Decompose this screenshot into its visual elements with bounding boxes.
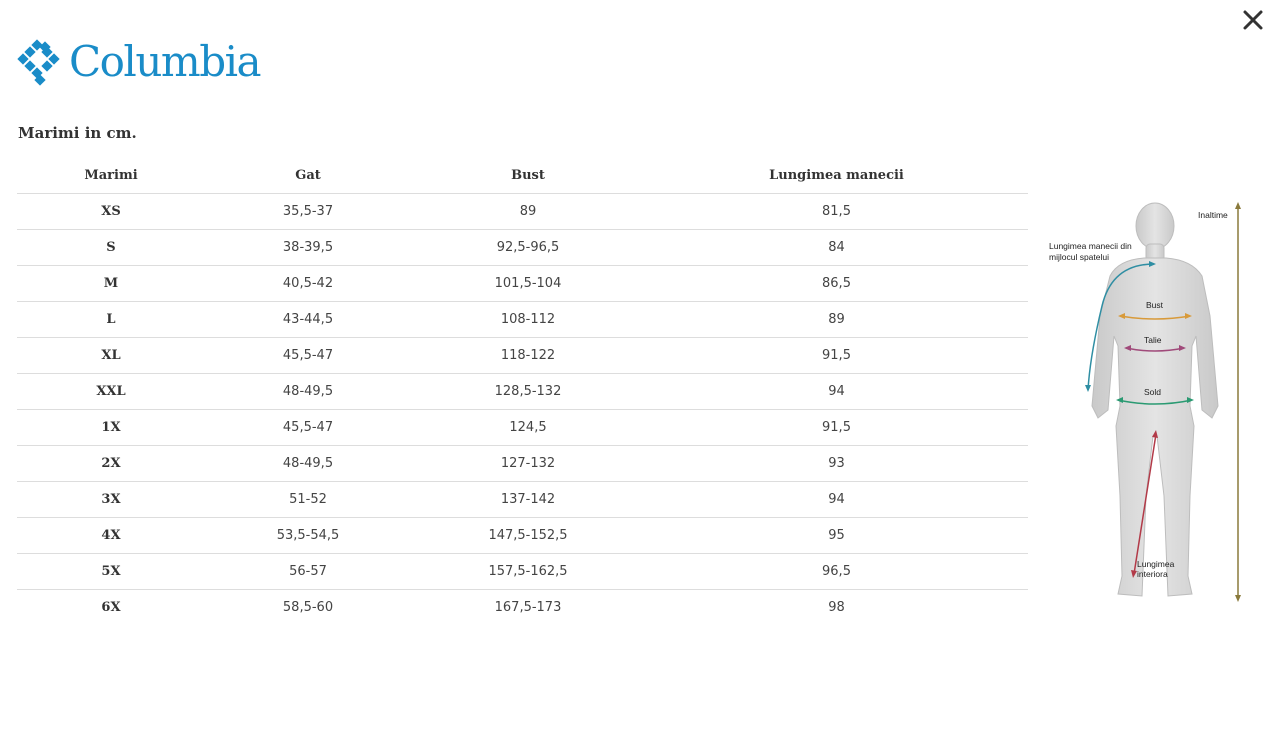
hip-label: Sold bbox=[1144, 387, 1161, 397]
header-neck: Gat bbox=[205, 158, 411, 194]
sleeve-cell: 84 bbox=[645, 229, 1028, 266]
header-bust: Bust bbox=[411, 158, 645, 194]
sleeve-cell: 95 bbox=[645, 517, 1028, 554]
height-label: Inaltime bbox=[1198, 210, 1228, 220]
table-row: 3X 51-52 137-142 94 bbox=[17, 481, 1028, 518]
bust-cell: 92,5-96,5 bbox=[411, 229, 645, 266]
size-cell: S bbox=[17, 229, 205, 266]
height-arrow bbox=[1235, 202, 1241, 602]
neck-cell: 43-44,5 bbox=[205, 301, 411, 338]
size-chart-title: Marimi in cm. bbox=[18, 124, 137, 142]
table-row: M 40,5-42 101,5-104 86,5 bbox=[17, 265, 1028, 302]
neck-cell: 45,5-47 bbox=[205, 337, 411, 374]
sleeve-cell: 89 bbox=[645, 301, 1028, 338]
body-silhouette bbox=[1091, 202, 1219, 597]
close-button[interactable] bbox=[1239, 6, 1269, 36]
sleeve-cell: 94 bbox=[645, 481, 1028, 518]
size-cell: 4X bbox=[17, 517, 205, 554]
neck-cell: 51-52 bbox=[205, 481, 411, 518]
brand-name: Columbia bbox=[69, 37, 262, 86]
size-guide-modal: Columbia Marimi in cm. Marimi Gat Bust L… bbox=[0, 0, 1277, 749]
header-size: Marimi bbox=[17, 158, 205, 194]
size-cell: 5X bbox=[17, 553, 205, 590]
close-icon bbox=[1243, 10, 1263, 30]
neck-cell: 35,5-37 bbox=[205, 193, 411, 230]
sleeve-cell: 98 bbox=[828, 600, 845, 615]
table-row: 4X 53,5-54,5 147,5-152,5 95 bbox=[17, 517, 1028, 554]
size-cell: XL bbox=[17, 337, 205, 374]
bust-cell: 128,5-132 bbox=[411, 373, 645, 410]
header-sleeve: Lungimea manecii bbox=[645, 158, 1028, 194]
table-row: XS 35,5-37 89 81,5 bbox=[17, 193, 1028, 230]
brand-logo: Columbia bbox=[17, 36, 262, 88]
size-cell: 1X bbox=[17, 409, 205, 446]
sleeve-cell: 86,5 bbox=[645, 265, 1028, 302]
size-cell: L bbox=[17, 301, 205, 338]
bust-cell: 167,5-173 bbox=[494, 600, 562, 615]
bust-label: Bust bbox=[1146, 300, 1164, 310]
table-row: 2X 48-49,5 127-132 93 bbox=[17, 445, 1028, 482]
sleeve-cell: 96,5 bbox=[645, 553, 1028, 590]
neck-cell: 38-39,5 bbox=[205, 229, 411, 266]
size-cell: M bbox=[17, 265, 205, 302]
bust-cell: 101,5-104 bbox=[411, 265, 645, 302]
table-row: S 38-39,5 92,5-96,5 84 bbox=[17, 229, 1028, 266]
neck-cell: 58,5-60 bbox=[282, 600, 334, 615]
table-row: 6X 58,5-60 167,5-173 98 bbox=[17, 590, 1028, 626]
size-cell: XXL bbox=[17, 373, 205, 410]
neck-cell: 45,5-47 bbox=[205, 409, 411, 446]
bust-cell: 157,5-162,5 bbox=[411, 553, 645, 590]
bust-cell: 127-132 bbox=[411, 445, 645, 482]
neck-cell: 48-49,5 bbox=[205, 373, 411, 410]
bust-cell: 118-122 bbox=[411, 337, 645, 374]
columbia-diamond-icon bbox=[17, 39, 60, 86]
size-cell: XS bbox=[17, 193, 205, 230]
bust-cell: 147,5-152,5 bbox=[411, 517, 645, 554]
table-row: L 43-44,5 108-112 89 bbox=[17, 301, 1028, 338]
neck-cell: 40,5-42 bbox=[205, 265, 411, 302]
sleeve-cell: 91,5 bbox=[645, 409, 1028, 446]
bust-cell: 124,5 bbox=[411, 409, 645, 446]
bust-cell: 137-142 bbox=[411, 481, 645, 518]
size-cell: 6X bbox=[101, 600, 121, 615]
table-row: 5X 56-57 157,5-162,5 96,5 bbox=[17, 553, 1028, 590]
body-measurement-figure: Inaltime Lungimea manecii din mijlocul s… bbox=[1049, 202, 1241, 602]
sleeve-label-line2: mijlocul spatelui bbox=[1049, 252, 1109, 262]
neck-cell: 56-57 bbox=[205, 553, 411, 590]
sleeve-cell: 81,5 bbox=[645, 193, 1028, 230]
table-header-row: Marimi Gat Bust Lungimea manecii bbox=[17, 158, 1028, 194]
bust-cell: 89 bbox=[411, 193, 645, 230]
sleeve-cell: 94 bbox=[645, 373, 1028, 410]
neck-cell: 53,5-54,5 bbox=[205, 517, 411, 554]
sleeve-cell: 91,5 bbox=[645, 337, 1028, 374]
inseam-label-line1: Lungimea bbox=[1137, 559, 1175, 569]
waist-label: Talie bbox=[1144, 335, 1162, 345]
bust-cell: 108-112 bbox=[411, 301, 645, 338]
table-row: XL 45,5-47 118-122 91,5 bbox=[17, 337, 1028, 374]
neck-cell: 48-49,5 bbox=[205, 445, 411, 482]
table-row: XXL 48-49,5 128,5-132 94 bbox=[17, 373, 1028, 410]
sleeve-label-line1: Lungimea manecii din bbox=[1049, 241, 1132, 251]
table-row: 1X 45,5-47 124,5 91,5 bbox=[17, 409, 1028, 446]
sleeve-cell: 93 bbox=[645, 445, 1028, 482]
size-cell: 3X bbox=[17, 481, 205, 518]
size-table: Marimi Gat Bust Lungimea manecii XS 35,5… bbox=[17, 158, 1028, 625]
size-cell: 2X bbox=[17, 445, 205, 482]
inseam-label-line2: interiora bbox=[1137, 569, 1168, 579]
